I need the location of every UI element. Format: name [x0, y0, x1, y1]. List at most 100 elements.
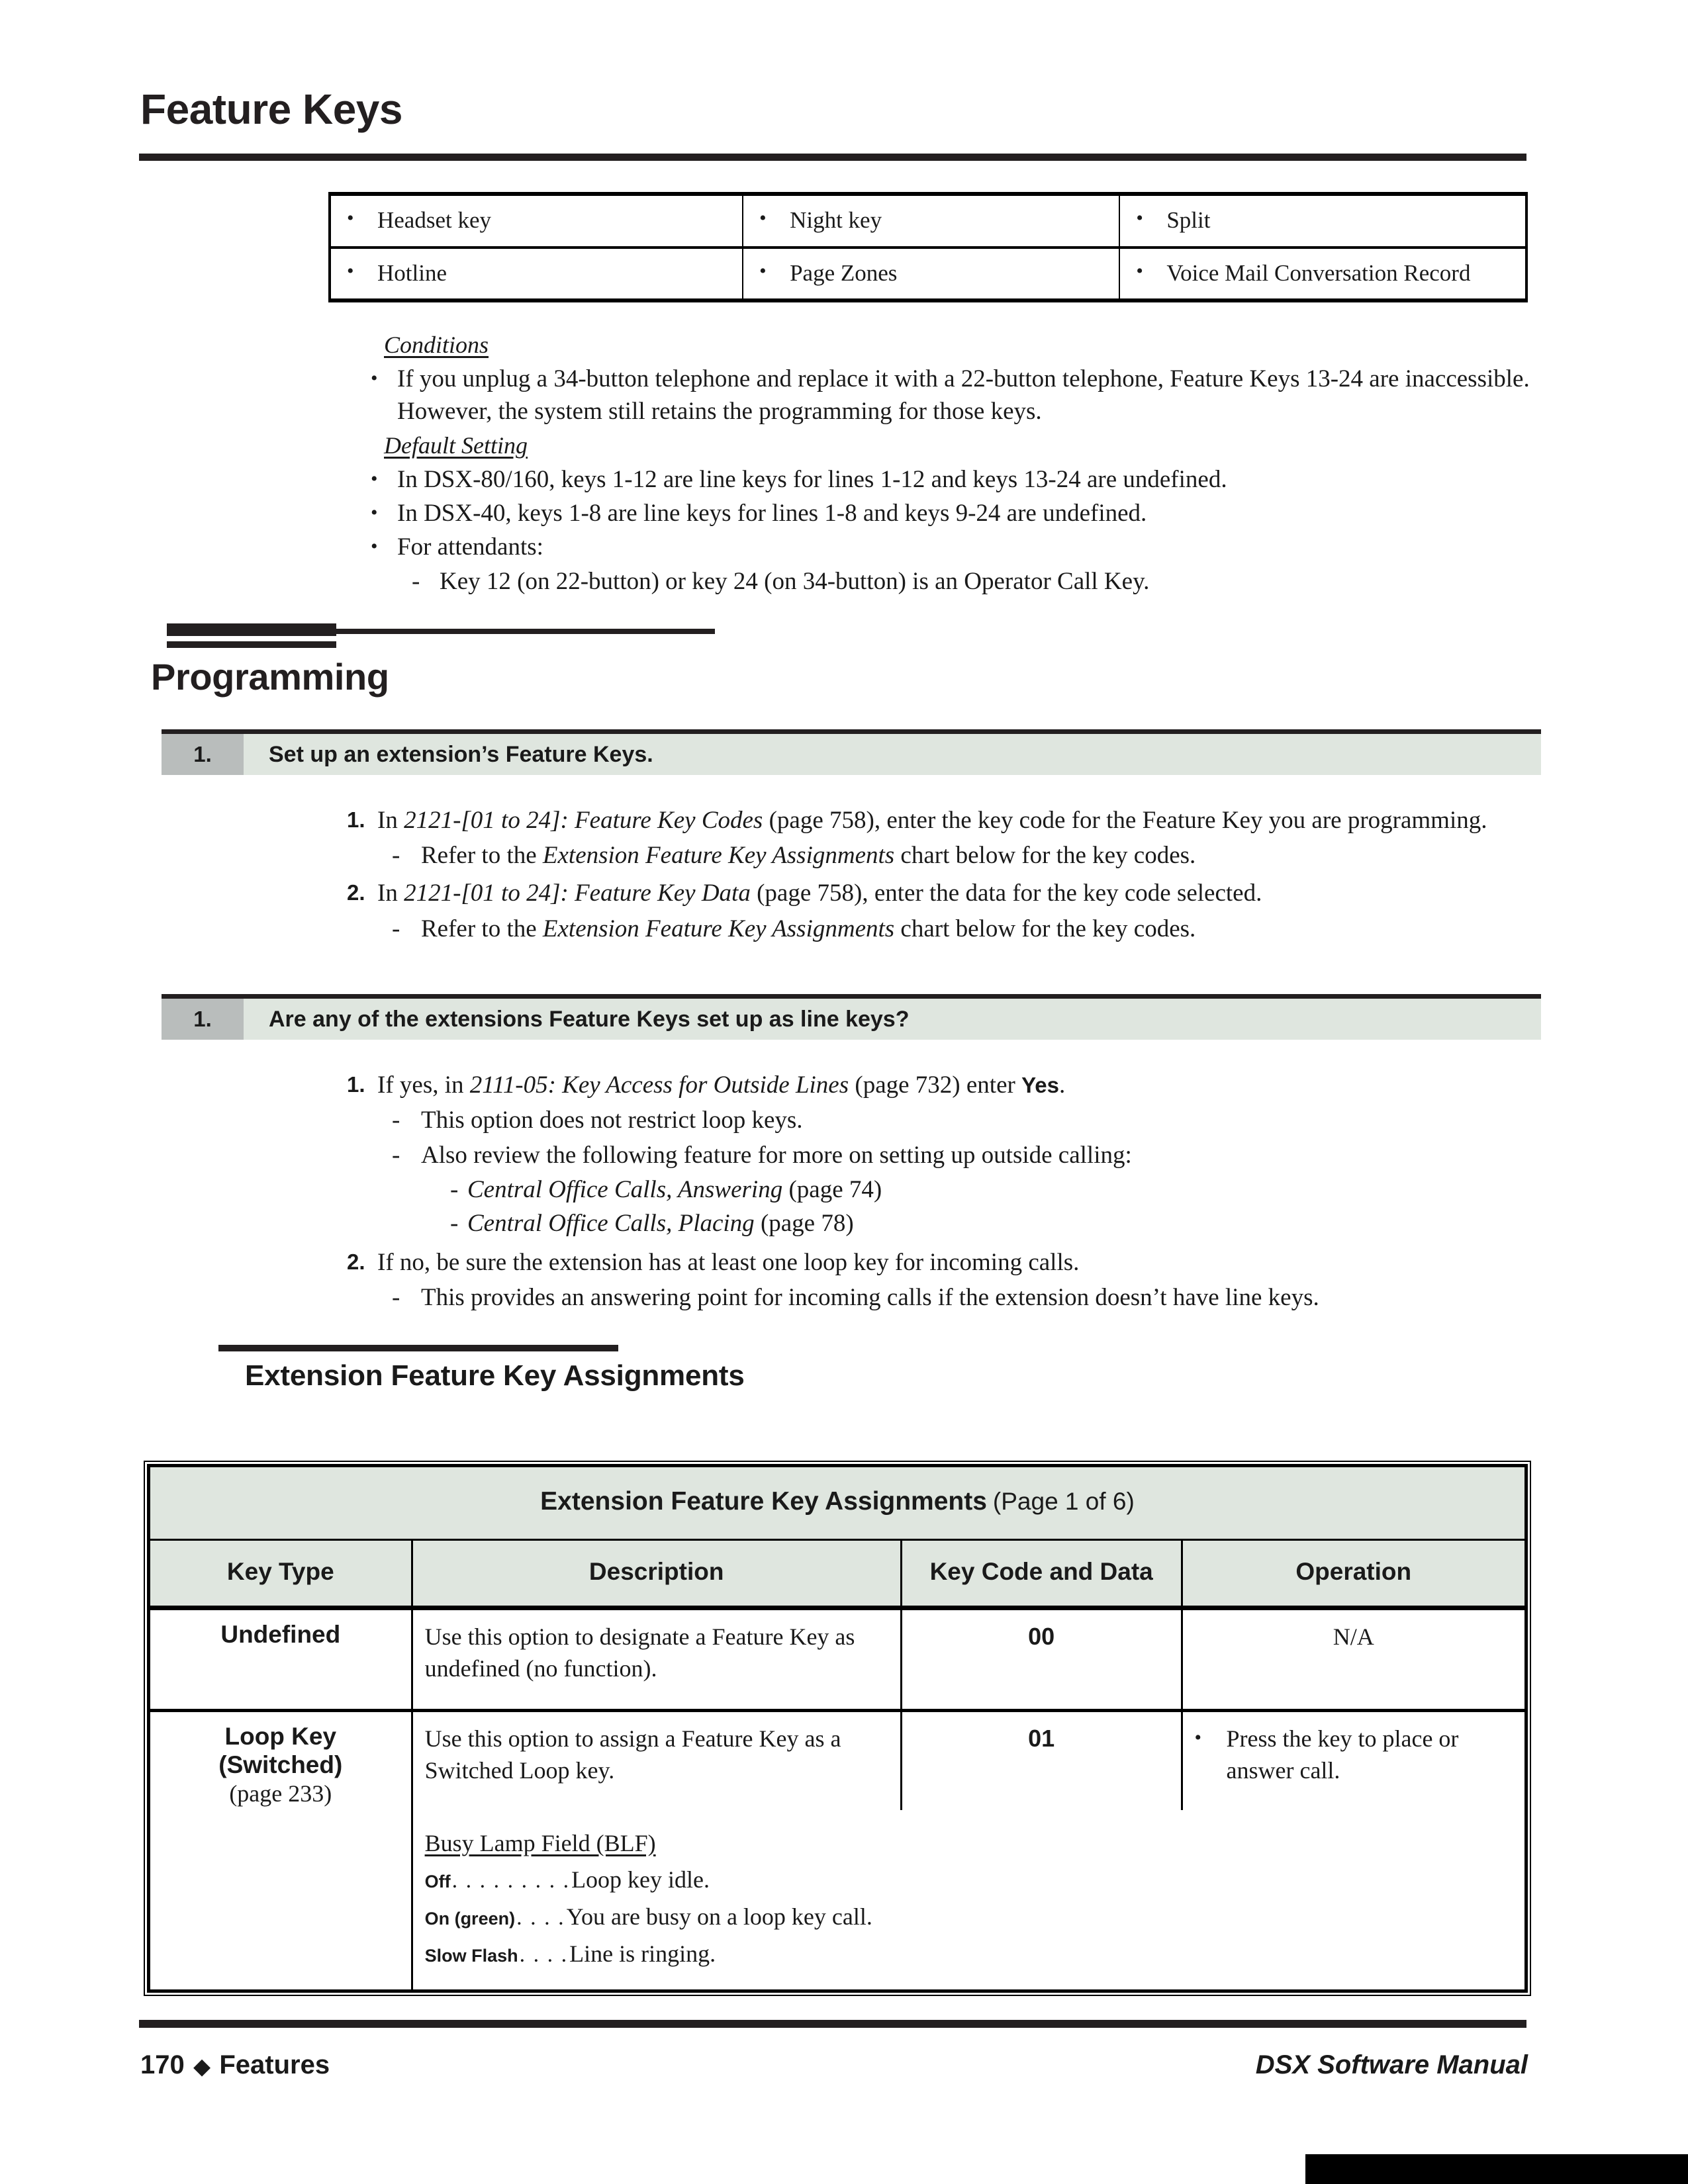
procedure-subitem-text: This provides an answering point for inc… — [421, 1284, 1319, 1312]
feature-label: Page Zones — [790, 259, 898, 286]
bullet-icon: • — [371, 367, 378, 389]
document-page: Feature Keys • Headset key • Night key •… — [0, 0, 1688, 2184]
blf-state-row: Off . . . . . . . . . Loop key idle. — [425, 1864, 1513, 1896]
default-setting-text: In DSX-80/160, keys 1-12 are line keys f… — [397, 466, 1227, 493]
diamond-icon: ◆ — [193, 2054, 211, 2078]
procedure-subitem-text: Refer to the Extension Feature Key Assig… — [421, 915, 1196, 942]
key-type-label: Undefined — [220, 1621, 341, 1649]
procedure-item: 2. If no, be sure the extension has at l… — [347, 1246, 1538, 1314]
procedure-content: If yes, in 2111-05: Key Access for Outsi… — [377, 1069, 1538, 1240]
procedure-text-tail: . — [1058, 1071, 1066, 1099]
procedure-emphasis: Yes — [1021, 1073, 1059, 1097]
feature-label: Headset key — [377, 207, 492, 233]
assignments-table: Extension Feature Key Assignments (Page … — [144, 1460, 1531, 1997]
cell-key-type: Undefined — [148, 1608, 413, 1712]
cross-reference: - Central Office Calls, Placing (page 78… — [421, 1207, 1132, 1240]
condition-text: If you unplug a 34-button telephone and … — [397, 365, 1530, 426]
dash-icon: - — [392, 915, 400, 942]
bullet-icon: • — [759, 207, 767, 229]
bullet-icon: • — [371, 502, 378, 524]
procedure-reference: 2121-[01 to 24]: Feature Key Data — [404, 880, 751, 907]
table-header-row: Key Type Description Key Code and Data O… — [148, 1539, 1526, 1611]
dash-icon: - — [392, 1284, 400, 1312]
default-setting-list: • In DSX-80/160, keys 1-12 are line keys… — [371, 463, 1536, 599]
feature-cell: • Voice Mail Conversation Record — [1119, 248, 1526, 301]
cross-reference: - Central Office Calls, Answering (page … — [421, 1173, 1132, 1206]
operation-value: Press the key to place or answer call. — [1226, 1725, 1459, 1784]
attendants-detail: Key 12 (on 22-button) or key 24 (on 34-b… — [440, 567, 1150, 595]
procedure-number: 1. — [347, 807, 365, 832]
procedure-content: In 2121-[01 to 24]: Feature Key Data (pa… — [377, 877, 1538, 944]
header-rule — [139, 154, 1526, 161]
operation-bullet-item: • Press the key to place or answer call. — [1195, 1723, 1513, 1786]
list-item: • In DSX-40, keys 1-8 are line keys for … — [371, 497, 1536, 529]
feature-cell: • Night key — [743, 194, 1121, 249]
bullet-icon: • — [1136, 259, 1143, 282]
blf-state-label: Off — [424, 1872, 451, 1892]
default-setting-label: Default Setting — [384, 432, 528, 459]
conditions-label: Conditions — [384, 332, 489, 358]
procedure-text-pre: In — [377, 807, 404, 834]
cross-reference-title: Central Office Calls, Placing — [467, 1209, 755, 1237]
blf-state-description: You are busy on a loop key call. — [566, 1903, 872, 1930]
feature-label: Split — [1166, 207, 1211, 233]
procedure-reference: 2111-05: Key Access for Outside Lines — [469, 1071, 849, 1099]
blf-state-row: Slow Flash . . . . Line is ringing. — [425, 1938, 1513, 1970]
attendants-label: For attendants: — [397, 533, 543, 561]
procedure-subitem: - Also review the following feature for … — [377, 1139, 1538, 1240]
thumb-tab-marker — [1305, 2154, 1688, 2184]
step-2-procedure: 1. If yes, in 2111-05: Key Access for Ou… — [347, 1069, 1538, 1316]
procedure-item: 1. If yes, in 2111-05: Key Access for Ou… — [347, 1069, 1538, 1240]
cell-key-type: Loop Key (Switched) (page 233) — [148, 1710, 413, 1991]
procedure-subitem: - This provides an answering point for i… — [377, 1281, 1538, 1314]
step-banner-2: 1. Are any of the extensions Feature Key… — [162, 994, 1541, 1040]
procedure-content: If no, be sure the extension has at leas… — [377, 1246, 1538, 1314]
step-number: 1. — [162, 999, 244, 1040]
step-banner-rule — [162, 729, 1541, 734]
table-caption-page: (Page 1 of 6) — [992, 1488, 1135, 1515]
step-number: 1. — [162, 734, 244, 775]
blf-leader-dots: . . . . — [519, 1942, 569, 1967]
feature-cell: • Split — [1119, 194, 1526, 249]
step-banner-rule — [162, 994, 1541, 999]
procedure-text-pre: In — [377, 880, 404, 907]
dash-icon: - — [450, 1175, 459, 1203]
column-header-description: Description — [412, 1539, 902, 1611]
list-item: • In DSX-80/160, keys 1-12 are line keys… — [371, 463, 1536, 496]
table-row: • Hotline • Page Zones • Voice Mail Conv… — [330, 247, 1526, 301]
bullet-icon: • — [347, 207, 354, 229]
key-type-name: Loop Key (Switched) — [218, 1722, 343, 1778]
programming-heading-bar-thick — [167, 623, 336, 636]
bullet-icon: • — [371, 468, 378, 490]
procedure-text-post: (page 758), enter the data for the key c… — [750, 880, 1262, 907]
table-caption-row: Extension Feature Key Assignments (Page … — [148, 1465, 1526, 1541]
procedure-item: 1. In 2121-[01 to 24]: Feature Key Codes… — [347, 804, 1538, 872]
feature-cell: • Page Zones — [743, 247, 1121, 300]
step-1-procedure: 1. In 2121-[01 to 24]: Feature Key Codes… — [347, 804, 1538, 948]
dash-icon: - — [392, 842, 400, 870]
list-item: • If you unplug a 34-button telephone an… — [371, 363, 1536, 428]
column-header-key-code: Key Code and Data — [901, 1539, 1183, 1611]
blf-state-label: Slow Flash — [424, 1945, 518, 1966]
cell-key-code: 00 — [901, 1608, 1183, 1712]
key-type-label: Loop Key (Switched) (page 233) — [162, 1723, 399, 1808]
programming-heading: Programming — [151, 656, 389, 698]
footer-section: Features — [219, 2050, 330, 2079]
step-heading: Set up an extension’s Feature Keys. — [244, 734, 1541, 775]
procedure-item: 2. In 2121-[01 to 24]: Feature Key Data … — [347, 877, 1538, 944]
cell-description: Use this option to designate a Feature K… — [412, 1608, 902, 1712]
procedure-text-post: (page 732) enter — [849, 1071, 1022, 1099]
feature-label: Hotline — [377, 259, 447, 286]
table-caption: Extension Feature Key Assignments (Page … — [148, 1465, 1526, 1541]
procedure-content: In 2121-[01 to 24]: Feature Key Codes (p… — [377, 804, 1538, 872]
blf-leader-dots: . . . . . . . . . — [451, 1868, 571, 1893]
sub-list-item: - Key 12 (on 22-button) or key 24 (on 34… — [397, 565, 1536, 598]
column-header-operation: Operation — [1182, 1539, 1526, 1611]
default-setting-text: In DSX-40, keys 1-8 are line keys for li… — [397, 500, 1147, 527]
feature-cell: • Hotline — [330, 247, 744, 300]
procedure-subitem: - Refer to the Extension Feature Key Ass… — [377, 913, 1538, 945]
feature-label: Voice Mail Conversation Record — [1166, 259, 1471, 286]
procedure-number: 2. — [347, 880, 365, 905]
footer-page-number: 170 — [140, 2050, 185, 2079]
blf-state-description: Line is ringing. — [569, 1940, 716, 1967]
